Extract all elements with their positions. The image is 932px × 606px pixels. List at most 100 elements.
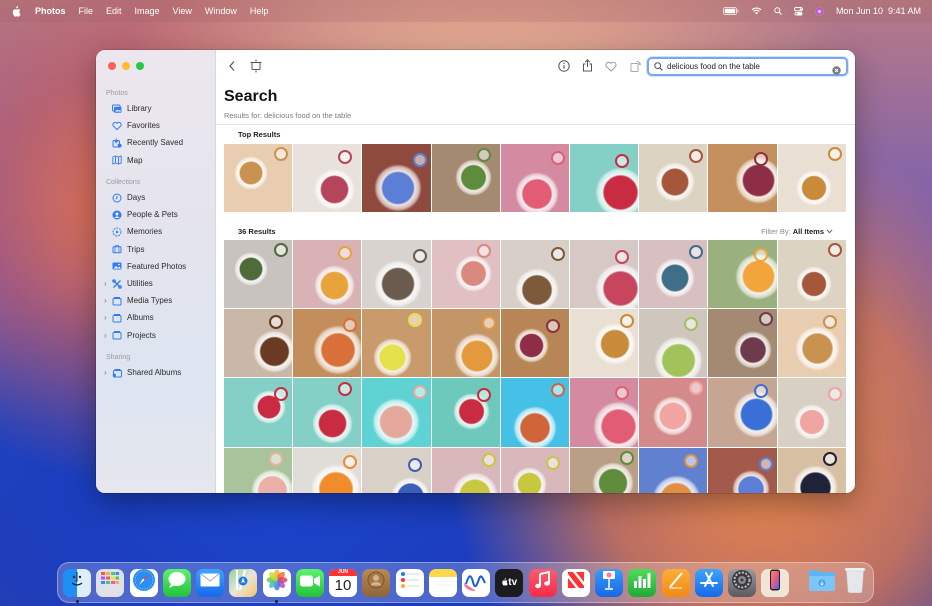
top-result-photo-thumbnail[interactable] [639,144,708,213]
sidebar-item-recently-saved[interactable]: Recently Saved [96,134,216,151]
top-result-photo-thumbnail[interactable] [708,144,777,213]
apple-logo-icon[interactable] [11,5,21,17]
sidebar-item-featured-photos[interactable]: Featured Photos [96,258,216,275]
sidebar-item-days[interactable]: Days [96,189,216,206]
chevron-right-icon[interactable]: › [104,296,107,305]
dock-safari[interactable] [129,568,158,597]
sidebar-item-media-types[interactable]: › Media Types [96,292,216,309]
result-photo-thumbnail[interactable] [639,309,708,378]
sidebar-item-map[interactable]: Map [96,152,216,169]
dock-calendar[interactable]: JUN 10 [329,568,357,597]
result-photo-thumbnail[interactable] [224,378,293,447]
result-photo-thumbnail[interactable] [431,309,500,378]
result-photo-thumbnail[interactable] [362,378,431,447]
menubar-clock[interactable]: Mon Jun 10 9:41 AM [836,6,921,16]
sidebar-item-favorites[interactable]: Favorites [96,117,216,134]
search-input[interactable] [667,62,827,71]
menu-edit[interactable]: Edit [106,6,122,16]
result-photo-thumbnail[interactable] [569,309,639,378]
dock-trash[interactable] [841,568,869,597]
top-result-photo-thumbnail[interactable] [431,144,500,213]
share-icon[interactable] [580,58,594,73]
dock-downloads[interactable] [808,569,836,597]
siri-icon[interactable] [815,6,824,16]
chevron-left-icon[interactable] [226,59,238,73]
clear-search-button[interactable] [832,62,841,80]
control-center-icon[interactable] [793,6,803,16]
spotlight-search-icon[interactable] [774,7,782,15]
result-photo-thumbnail[interactable] [224,240,293,309]
dock-messages[interactable] [162,568,191,597]
dock-contacts[interactable] [362,568,391,597]
wifi-icon[interactable] [751,7,762,15]
slideshow-icon[interactable] [249,58,263,74]
menu-help[interactable]: Help [250,6,269,16]
info-icon[interactable] [557,59,571,73]
result-photo-thumbnail[interactable] [639,240,708,309]
minimize-window-button[interactable] [122,62,130,70]
result-photo-thumbnail[interactable] [569,378,639,447]
sidebar-item-shared-albums[interactable]: › Shared Albums [96,364,216,381]
menu-file[interactable]: File [79,6,94,16]
result-photo-thumbnail[interactable] [777,447,846,493]
dock-maps[interactable] [229,568,258,597]
sidebar-item-library[interactable]: Library [96,100,216,117]
chevron-right-icon[interactable]: › [104,368,107,377]
result-photo-thumbnail[interactable] [362,447,431,493]
dock-apple-tv[interactable]: tv [495,568,524,597]
dock-facetime[interactable] [295,568,324,597]
battery-icon[interactable] [722,7,739,15]
top-result-photo-thumbnail[interactable] [777,144,846,213]
dock-reminders[interactable] [395,568,424,597]
result-photo-thumbnail[interactable] [362,240,431,309]
dock-pages[interactable] [661,568,690,597]
result-photo-thumbnail[interactable] [362,309,431,378]
dock-iphone-mirroring[interactable] [761,568,790,597]
dock-freeform[interactable] [462,568,490,597]
chevron-right-icon[interactable]: › [104,313,107,322]
close-window-button[interactable] [108,62,116,70]
dock-keynote[interactable] [595,568,623,597]
chevron-right-icon[interactable]: › [104,331,107,340]
dock-launchpad[interactable] [96,568,125,597]
result-photo-thumbnail[interactable] [569,447,639,493]
result-photo-thumbnail[interactable] [431,378,500,447]
result-photo-thumbnail[interactable] [500,240,569,309]
dock-notes[interactable] [428,568,457,597]
result-photo-thumbnail[interactable] [777,378,846,447]
result-photo-thumbnail[interactable] [431,447,500,493]
menu-window[interactable]: Window [205,6,237,16]
result-photo-thumbnail[interactable] [224,309,293,378]
dock-photos[interactable] [262,568,291,603]
top-result-photo-thumbnail[interactable] [293,144,362,213]
result-photo-thumbnail[interactable] [500,378,569,447]
dock-app-store[interactable] [694,568,723,597]
result-photo-thumbnail[interactable] [708,240,777,309]
result-photo-thumbnail[interactable] [639,447,708,493]
top-result-photo-thumbnail[interactable] [362,144,431,213]
chevron-right-icon[interactable]: › [104,279,107,288]
menu-app-name[interactable]: Photos [35,6,66,16]
rotate-icon[interactable] [628,58,642,73]
top-result-photo-thumbnail[interactable] [500,144,569,213]
sidebar-item-projects[interactable]: › Projects [96,327,216,344]
result-photo-thumbnail[interactable] [708,447,777,493]
result-photo-thumbnail[interactable] [224,447,293,493]
result-photo-thumbnail[interactable] [777,309,846,378]
sidebar-item-albums[interactable]: › Albums [96,309,216,326]
result-photo-thumbnail[interactable] [569,240,639,309]
top-result-photo-thumbnail[interactable] [224,144,293,213]
menu-image[interactable]: Image [135,6,160,16]
result-photo-thumbnail[interactable] [708,309,777,378]
result-photo-thumbnail[interactable] [500,447,569,493]
search-field[interactable] [647,57,848,76]
sidebar-item-people-pets[interactable]: People & Pets [96,206,216,223]
result-photo-thumbnail[interactable] [293,447,362,493]
sidebar-item-memories[interactable]: Memories [96,223,216,240]
result-photo-thumbnail[interactable] [293,378,362,447]
zoom-window-button[interactable] [136,62,144,70]
result-photo-thumbnail[interactable] [639,378,708,447]
sidebar-item-utilities[interactable]: › Utilities [96,275,216,292]
top-result-photo-thumbnail[interactable] [569,144,639,213]
sidebar-item-trips[interactable]: Trips [96,241,216,258]
